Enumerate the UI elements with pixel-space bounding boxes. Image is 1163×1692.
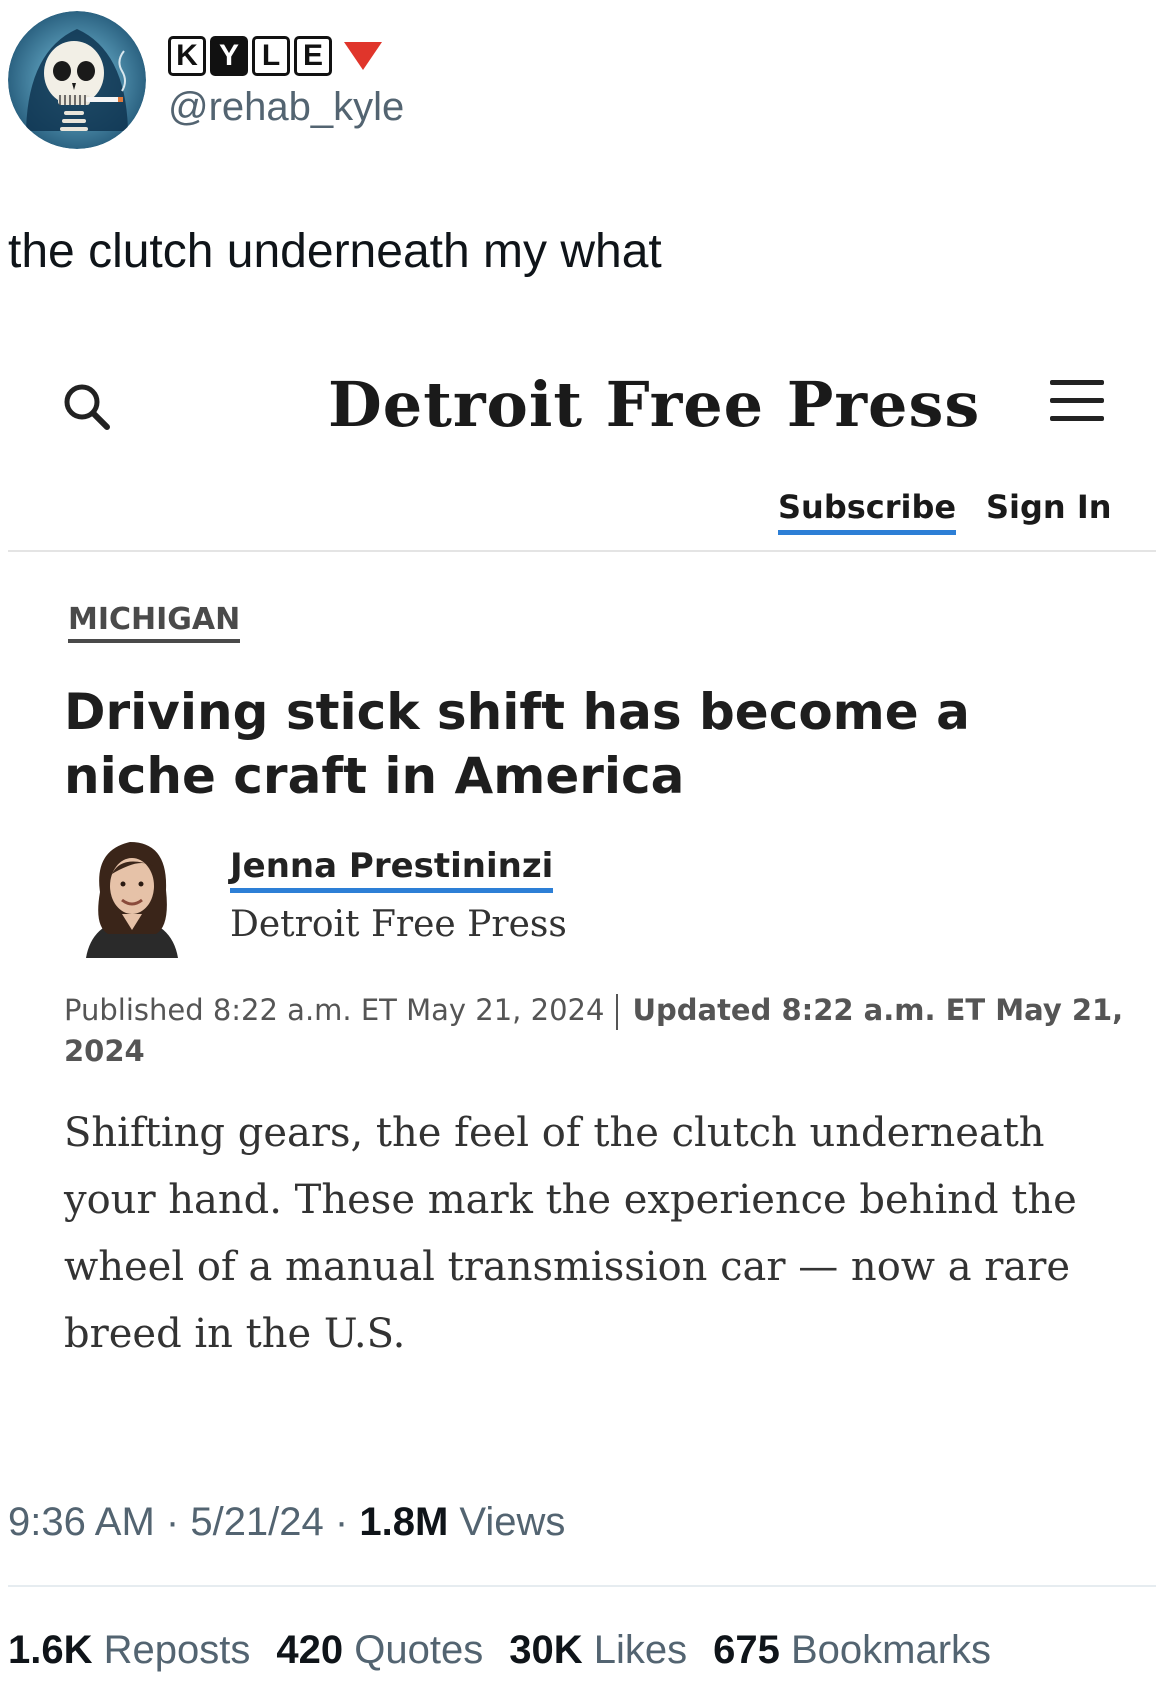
quotes-stat[interactable]: 420 Quotes	[276, 1628, 483, 1673]
views-label: Views	[459, 1500, 566, 1544]
sign-in-link[interactable]: Sign In	[986, 488, 1112, 526]
subscribe-link[interactable]: Subscribe	[778, 488, 957, 535]
author-name-link[interactable]: Jenna Prestininzi	[230, 846, 554, 893]
display-name-letter: L	[252, 35, 290, 76]
article-lede: Shifting gears, the feel of the clutch u…	[64, 1110, 1077, 1357]
article-dateline: Published 8:22 a.m. ET May 21, 2024 Updat…	[64, 990, 1124, 1072]
reposts-stat[interactable]: 1.6K Reposts	[8, 1628, 250, 1673]
author-outlet: Detroit Free Press	[230, 904, 567, 945]
reposts-label: Reposts	[103, 1628, 251, 1672]
bookmarks-stat[interactable]: 675 Bookmarks	[713, 1628, 991, 1673]
avatar[interactable]	[8, 11, 146, 149]
tweet-text: the clutch underneath my what	[8, 225, 662, 278]
red-triangle-icon	[344, 41, 382, 70]
article-screenshot: Detroit Free Press Subscribe Sign In MIC…	[8, 340, 1156, 1410]
tweet-meta: 9:36 AM · 5/21/24 · 1.8M Views	[8, 1500, 565, 1545]
display-name-letter: Y	[210, 35, 248, 76]
article-divider	[8, 550, 1156, 552]
author-block: K Y L E @rehab_kyle	[168, 31, 404, 130]
display-name-letter: K	[168, 35, 206, 76]
likes-stat[interactable]: 30K Likes	[509, 1628, 687, 1673]
meta-separator: ·	[165, 1500, 191, 1544]
author-photo[interactable]	[72, 830, 192, 960]
tweet-date[interactable]: 5/21/24	[190, 1500, 323, 1544]
tweet-header: K Y L E @rehab_kyle	[8, 10, 404, 150]
quotes-count: 420	[276, 1628, 344, 1672]
article-headline: Driving stick shift has become a niche c…	[64, 683, 970, 805]
views-count: 1.8M	[359, 1500, 449, 1544]
engagement-stats: 1.6K Reposts 420 Quotes 30K Likes 675 Bo…	[8, 1628, 991, 1673]
search-icon[interactable]	[60, 380, 114, 434]
dateline-separator	[616, 994, 619, 1030]
display-name-row: K Y L E	[168, 31, 404, 81]
footer-divider	[8, 1585, 1156, 1587]
bookmarks-label: Bookmarks	[791, 1628, 992, 1672]
reposts-count: 1.6K	[8, 1628, 93, 1672]
menu-icon[interactable]	[1050, 380, 1104, 430]
likes-label: Likes	[593, 1628, 688, 1672]
section-label[interactable]: MICHIGAN	[68, 602, 241, 643]
published-date: Published 8:22 a.m. ET May 21, 2024	[64, 993, 605, 1027]
tweet-time[interactable]: 9:36 AM	[8, 1500, 155, 1544]
quotes-label: Quotes	[354, 1628, 484, 1672]
display-name[interactable]: K Y L E	[168, 35, 332, 76]
display-name-letter: E	[294, 35, 332, 76]
bookmarks-count: 675	[713, 1628, 780, 1672]
masthead-logo[interactable]: Detroit Free Press	[328, 368, 979, 441]
likes-count: 30K	[509, 1628, 583, 1672]
meta-separator: ·	[334, 1500, 360, 1544]
skull-avatar-icon	[8, 11, 146, 149]
user-handle[interactable]: @rehab_kyle	[168, 85, 404, 130]
